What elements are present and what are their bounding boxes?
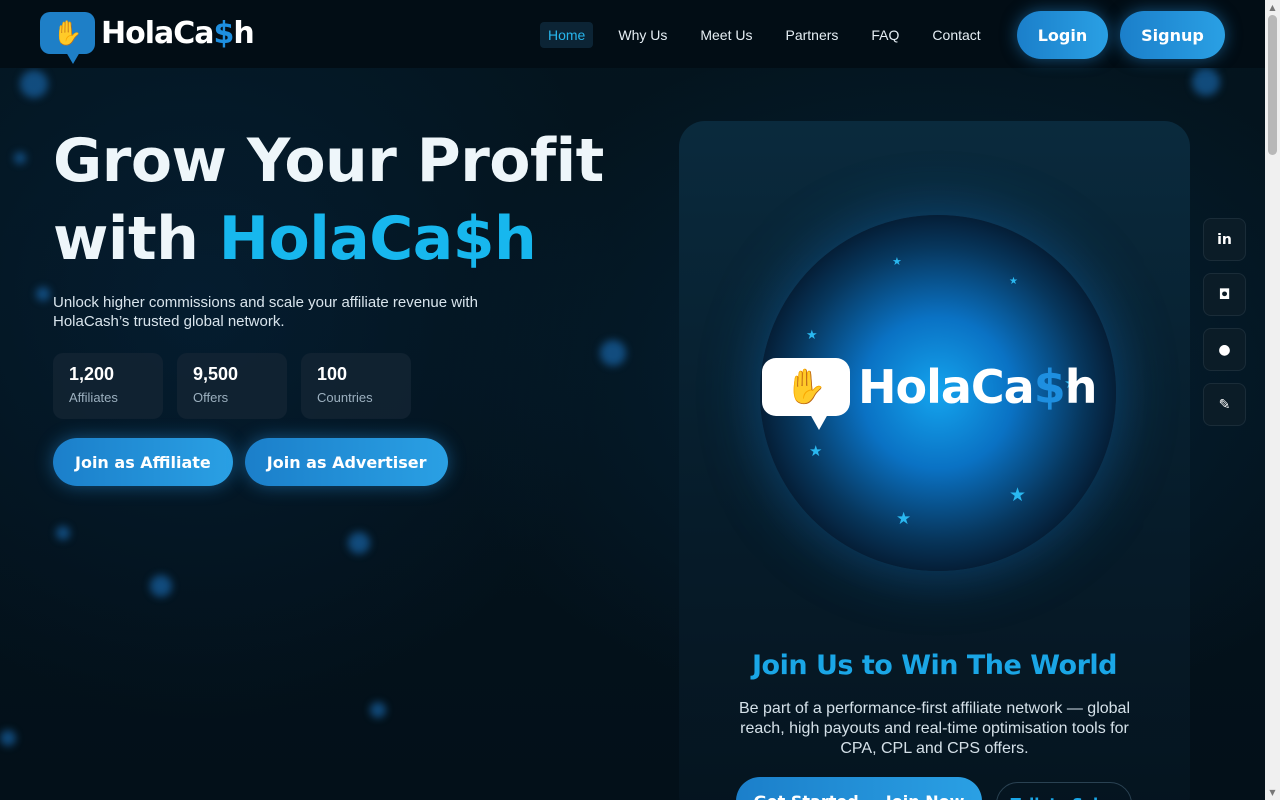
nav-item-meet-us[interactable]: Meet Us (692, 22, 760, 48)
facebook-icon[interactable]: ● (1203, 328, 1246, 371)
star-icon: ★ (892, 255, 902, 268)
stat-label: Offers (193, 390, 229, 405)
hero-title-prefix: with (53, 204, 219, 274)
stat-label: Countries (317, 390, 373, 405)
star-icon: ★ (1009, 276, 1018, 287)
login-button[interactable]: Login (1017, 11, 1108, 59)
instagram-icon[interactable]: ◘ (1203, 273, 1246, 316)
card-description: Be part of a performance-first affiliate… (739, 700, 1130, 757)
talk-to-sales-button[interactable]: Talk to Sales (996, 782, 1132, 800)
card-brand-name: HolaCa$h (858, 360, 1097, 414)
bg-particle (20, 70, 48, 98)
hero-title-brand: HolaCa$h (218, 204, 537, 274)
scroll-thumb[interactable] (1268, 15, 1277, 155)
stat-card-affiliates: 1,200 Affiliates (53, 353, 163, 419)
nav-item-home[interactable]: Home (540, 22, 594, 48)
scroll-down-icon[interactable]: ▼ (1265, 785, 1280, 800)
bg-particle (150, 575, 172, 597)
stat-label: Affiliates (69, 390, 118, 405)
main-nav: Home Why Us Meet Us Partners FAQ Contact (540, 22, 1006, 48)
brand-name: HolaCa$h (101, 15, 255, 51)
star-icon: ★ (1009, 484, 1027, 506)
hero-title-line1: Grow Your Profit (53, 126, 604, 196)
social-links: in ◘ ● ✎ (1203, 218, 1246, 426)
bg-particle (1192, 68, 1220, 96)
star-icon: ★ (806, 328, 818, 343)
top-navbar: ✋ HolaCa$h Home Why Us Meet Us Partners … (0, 0, 1265, 68)
signup-button[interactable]: Signup (1120, 11, 1225, 59)
bg-particle (14, 152, 26, 164)
nav-item-why-us[interactable]: Why Us (610, 22, 675, 48)
waving-hand-icon: ✋ (40, 12, 95, 64)
card-brand-logo: ✋ HolaCa$h (762, 358, 1097, 430)
linkedin-icon[interactable]: in (1203, 218, 1246, 261)
get-started-button[interactable]: Get Started — Join Now (736, 777, 982, 800)
scroll-up-icon[interactable]: ▲ (1265, 0, 1280, 15)
star-icon: ★ (896, 509, 912, 529)
bg-particle (36, 287, 50, 301)
hero-subtitle: Unlock higher commissions and scale your… (53, 294, 478, 330)
bg-particle (370, 702, 386, 718)
bg-particle (56, 526, 70, 540)
waving-hand-icon: ✋ (762, 358, 850, 430)
stat-value: 1,200 (69, 364, 115, 384)
join-affiliate-button[interactable]: Join as Affiliate (53, 438, 233, 486)
stat-card-countries: 100 Countries (301, 353, 411, 419)
nav-item-faq[interactable]: FAQ (863, 22, 907, 48)
join-advertiser-button[interactable]: Join as Advertiser (244, 438, 449, 486)
page-scrollbar[interactable]: ▲ ▼ (1265, 0, 1280, 800)
card-title: Join Us to Win The World (752, 650, 1118, 681)
stat-card-offers: 9,500 Offers (177, 353, 287, 419)
stats-row: 1,200 Affiliates 9,500 Offers 100 Countr… (53, 353, 411, 419)
brand-logo[interactable]: ✋ HolaCa$h (40, 12, 255, 64)
nav-item-partners[interactable]: Partners (777, 22, 846, 48)
star-icon: ★ (809, 442, 823, 460)
bg-particle (348, 532, 370, 554)
bg-particle (600, 340, 626, 366)
hero-cta-row: Join as Affiliate Join as Advertiser (53, 438, 449, 486)
hero-title: Grow Your Profit with HolaCa$h (53, 122, 653, 278)
stat-value: 100 (317, 364, 348, 384)
nav-item-contact[interactable]: Contact (924, 22, 988, 48)
blog-icon[interactable]: ✎ (1203, 383, 1246, 426)
stat-value: 9,500 (193, 364, 239, 384)
bg-particle (0, 730, 16, 746)
